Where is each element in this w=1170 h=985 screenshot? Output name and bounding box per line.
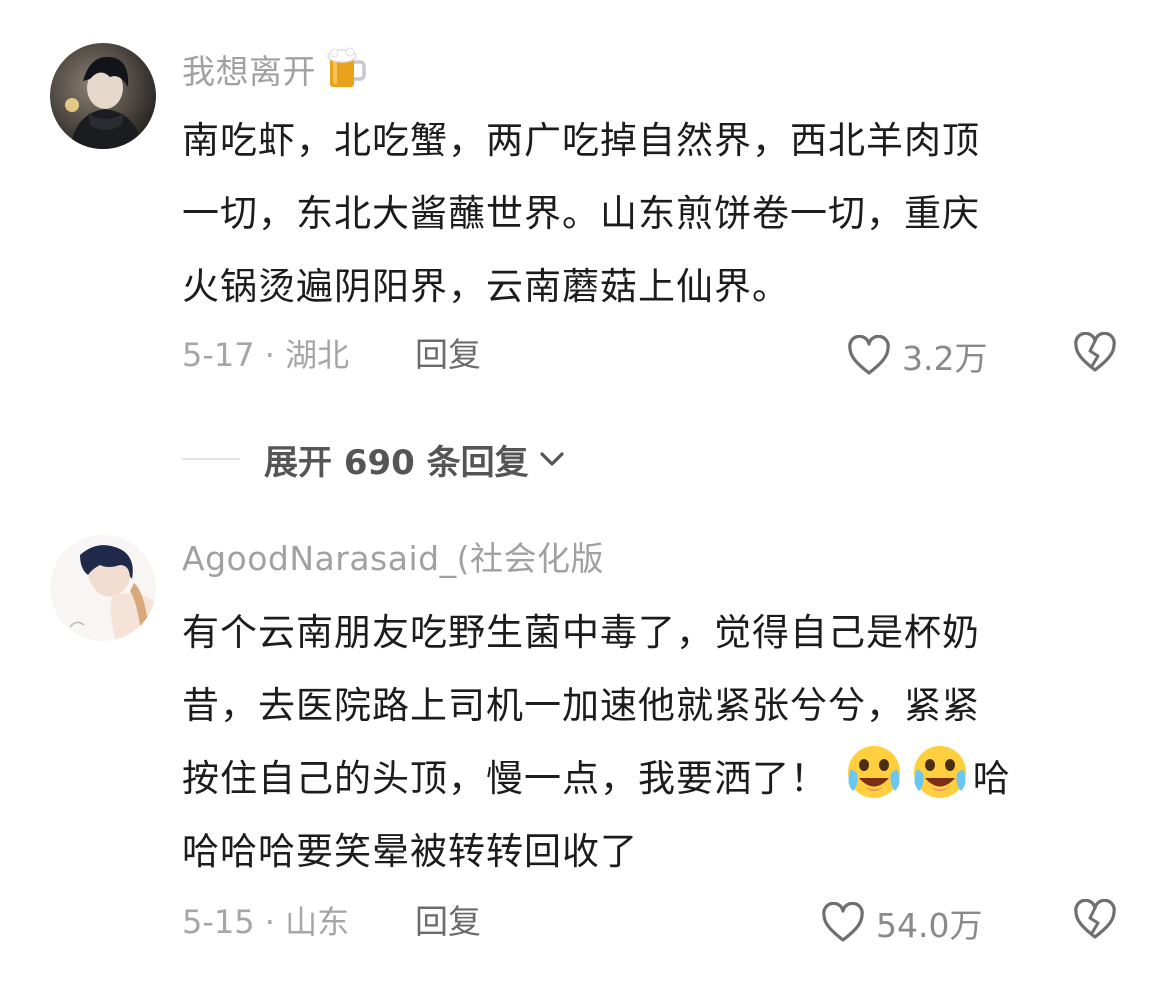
- like-count: 54.0万: [876, 906, 983, 945]
- expand-replies-button[interactable]: 展开 690 条回复: [264, 435, 529, 484]
- comment-meta: 5-17 · 湖北: [182, 336, 350, 374]
- broken-heart-icon: [1074, 898, 1116, 939]
- username[interactable]: AgoodNarasaid_(社会化版: [182, 539, 604, 579]
- laugh-cry-emoji-icon: [913, 746, 966, 798]
- like-count: 3.2万: [902, 339, 988, 378]
- avatar[interactable]: [50, 535, 156, 641]
- avatar-image: [50, 43, 156, 149]
- heart-icon: [848, 335, 890, 375]
- comment-line: 火锅烫遍阴阳界，云南蘑菇上仙界。: [182, 265, 790, 308]
- divider-line: [182, 458, 240, 460]
- comment-text: 南吃虾，北吃蟹，两广吃掉自然界，西北羊肉顶 一切，东北大酱蘸世界。山东煎饼卷一切…: [182, 104, 1112, 323]
- expand-replies-row: 展开 690 条回复: [182, 435, 567, 484]
- heart-icon: [822, 902, 864, 942]
- like-button[interactable]: 3.2万: [846, 332, 987, 380]
- comment-line: 南吃虾，北吃蟹，两广吃掉自然界，西北羊肉顶: [182, 119, 980, 162]
- like-button[interactable]: 54.0万: [820, 899, 982, 947]
- username[interactable]: 我想离开: [182, 47, 366, 98]
- username-text: 我想离开: [182, 52, 316, 91]
- comment-line: 一切，东北大酱蘸世界。山东煎饼卷一切，重庆: [182, 192, 980, 235]
- chevron-down-icon[interactable]: [537, 448, 567, 470]
- beer-mug-icon: [326, 47, 366, 98]
- comment-line: 哈哈哈要笑晕被转转回收了: [182, 830, 638, 873]
- laugh-cry-emoji-icon: [847, 746, 900, 798]
- reply-button[interactable]: 回复: [415, 902, 481, 942]
- comment-line-with-emoji: 按住自己的头顶，慢一点，我要洒了！ 哈: [182, 742, 1112, 815]
- comment-line: 按住自己的头顶，慢一点，我要洒了！: [182, 757, 828, 800]
- broken-heart-icon: [1074, 331, 1116, 372]
- comment-list: 我想离开 南吃虾，北吃蟹，两广吃掉自然界，西北羊肉顶 一切，东北大酱蘸世界。山东…: [0, 0, 1170, 985]
- avatar-image: [50, 535, 156, 641]
- comment-line-suffix: 哈: [972, 757, 1011, 800]
- reply-button[interactable]: 回复: [415, 335, 481, 375]
- comment-meta: 5-15 · 山东: [182, 903, 350, 941]
- comment-line: 有个云南朋友吃野生菌中毒了，觉得自己是杯奶: [182, 611, 980, 654]
- dislike-button[interactable]: [1072, 331, 1118, 378]
- comment-line: 昔，去医院路上司机一加速他就紧张兮兮，紧紧: [182, 684, 980, 727]
- dislike-button[interactable]: [1072, 898, 1118, 945]
- avatar[interactable]: [50, 43, 156, 149]
- comment-text: 有个云南朋友吃野生菌中毒了，觉得自己是杯奶 昔，去医院路上司机一加速他就紧张兮兮…: [182, 596, 1112, 888]
